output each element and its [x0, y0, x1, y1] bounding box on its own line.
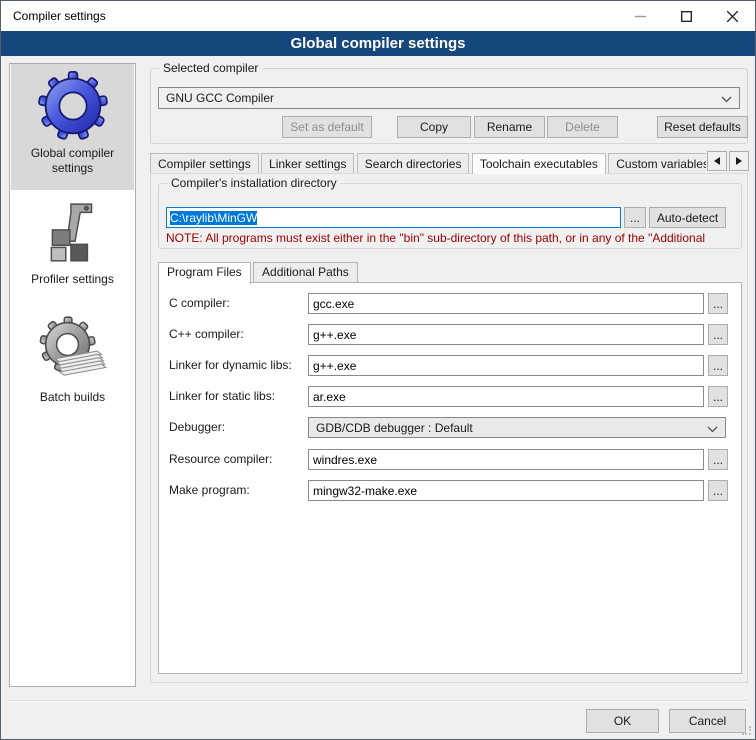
browse-make-program-button[interactable]: ... [708, 480, 728, 501]
browse-static-linker-button[interactable]: ... [708, 386, 728, 407]
tab-compiler-settings[interactable]: Compiler settings [150, 153, 259, 174]
settings-tabstrip: Compiler settings Linker settings Search… [150, 151, 706, 174]
sidebar-item-label: Global compiler settings [11, 146, 134, 176]
rename-button[interactable]: Rename [474, 116, 545, 138]
c-compiler-label: C compiler: [169, 296, 230, 310]
blue-gear-icon [38, 70, 108, 142]
make-program-input[interactable] [308, 480, 704, 501]
arrow-left-icon [714, 157, 720, 165]
minimize-button[interactable] [617, 1, 663, 31]
sidebar-item-batch-builds[interactable]: Batch builds [11, 310, 134, 416]
install-dir-selected-text: C:\raylib\MinGW [170, 211, 257, 225]
maximize-icon [681, 11, 692, 22]
tab-toolchain-executables[interactable]: Toolchain executables [472, 153, 606, 174]
browse-cpp-compiler-button[interactable]: ... [708, 324, 728, 345]
debugger-select-value: GDB/CDB debugger : Default [316, 421, 473, 435]
delete-button[interactable]: Delete [547, 116, 618, 138]
resource-compiler-label: Resource compiler: [169, 452, 272, 466]
tab-additional-paths[interactable]: Additional Paths [253, 262, 358, 282]
arrow-right-icon [736, 157, 742, 165]
maximize-button[interactable] [663, 1, 709, 31]
static-linker-input[interactable] [308, 386, 704, 407]
field-row-c-compiler: C compiler: ... [159, 293, 741, 314]
installation-directory-group-label: Compiler's installation directory [167, 176, 341, 190]
installation-directory-group: Compiler's installation directory C:\ray… [158, 183, 742, 249]
field-row-static-linker: Linker for static libs: ... [159, 386, 741, 407]
chevron-down-icon [707, 426, 718, 433]
field-row-dynamic-linker: Linker for dynamic libs: ... [159, 355, 741, 376]
titlebar[interactable]: Compiler settings [1, 1, 755, 31]
cpp-compiler-label: C++ compiler: [169, 327, 244, 341]
field-row-make-program: Make program: ... [159, 480, 741, 501]
tab-linker-settings[interactable]: Linker settings [261, 153, 354, 174]
resource-compiler-input[interactable] [308, 449, 704, 470]
program-files-tabstrip: Program Files Additional Paths [158, 260, 357, 282]
sidebar-item-label: Batch builds [40, 390, 105, 405]
toolchain-executables-panel: Compiler's installation directory C:\ray… [150, 173, 748, 683]
compiler-select[interactable]: GNU GCC Compiler [158, 87, 740, 109]
dynamic-linker-input[interactable] [308, 355, 704, 376]
browse-resource-compiler-button[interactable]: ... [708, 449, 728, 470]
field-row-debugger: Debugger: GDB/CDB debugger : Default [159, 417, 741, 438]
sidebar-item-profiler-settings[interactable]: Profiler settings [11, 198, 134, 298]
selected-compiler-group: Selected compiler GNU GCC Compiler Set a… [150, 68, 748, 144]
debugger-select[interactable]: GDB/CDB debugger : Default [308, 417, 726, 438]
window-title: Compiler settings [13, 9, 106, 23]
close-icon [727, 11, 738, 22]
chevron-down-icon [721, 96, 732, 103]
cancel-button[interactable]: Cancel [669, 709, 746, 733]
tab-custom-variables[interactable]: Custom variables [608, 153, 706, 174]
browse-dynamic-linker-button[interactable]: ... [708, 355, 728, 376]
reset-defaults-button[interactable]: Reset defaults [657, 116, 748, 138]
profiler-caliper-icon [40, 200, 106, 268]
close-button[interactable] [709, 1, 755, 31]
auto-detect-button[interactable]: Auto-detect [649, 207, 726, 228]
debugger-label: Debugger: [169, 420, 225, 434]
field-row-cpp-compiler: C++ compiler: ... [159, 324, 741, 345]
sidebar-item-label: Profiler settings [31, 272, 114, 287]
static-linker-label: Linker for static libs: [169, 389, 275, 403]
browse-install-dir-button[interactable]: ... [624, 207, 646, 228]
page-title: Global compiler settings [1, 31, 755, 56]
set-as-default-button[interactable]: Set as default [282, 116, 372, 138]
sidebar-item-global-compiler-settings[interactable]: Global compiler settings [11, 64, 134, 190]
bin-subdirectory-note: NOTE: All programs must exist either in … [166, 231, 736, 245]
c-compiler-input[interactable] [308, 293, 704, 314]
make-program-label: Make program: [169, 483, 250, 497]
cpp-compiler-input[interactable] [308, 324, 704, 345]
minimize-icon [635, 11, 646, 22]
footer-divider [9, 700, 749, 702]
ok-button[interactable]: OK [586, 709, 659, 733]
field-row-resource-compiler: Resource compiler: ... [159, 449, 741, 470]
tab-scroll-left-button[interactable] [707, 151, 727, 171]
compiler-select-value: GNU GCC Compiler [166, 91, 274, 105]
dialog-window: Compiler settings Global compiler settin… [0, 0, 756, 740]
install-dir-input[interactable]: C:\raylib\MinGW [166, 207, 621, 228]
tab-scroll-right-button[interactable] [729, 151, 749, 171]
dynamic-linker-label: Linker for dynamic libs: [169, 358, 292, 372]
copy-button[interactable]: Copy [397, 116, 471, 138]
selected-compiler-group-label: Selected compiler [159, 61, 262, 75]
settings-category-list: Global compiler settings Profiler settin… [9, 63, 136, 687]
resize-grip[interactable] [742, 726, 752, 736]
gray-gear-papers-icon [38, 314, 108, 386]
tab-search-directories[interactable]: Search directories [357, 153, 470, 174]
program-files-page: C compiler: ... C++ compiler: ... Linker… [158, 282, 742, 674]
tab-program-files[interactable]: Program Files [158, 262, 251, 284]
browse-c-compiler-button[interactable]: ... [708, 293, 728, 314]
